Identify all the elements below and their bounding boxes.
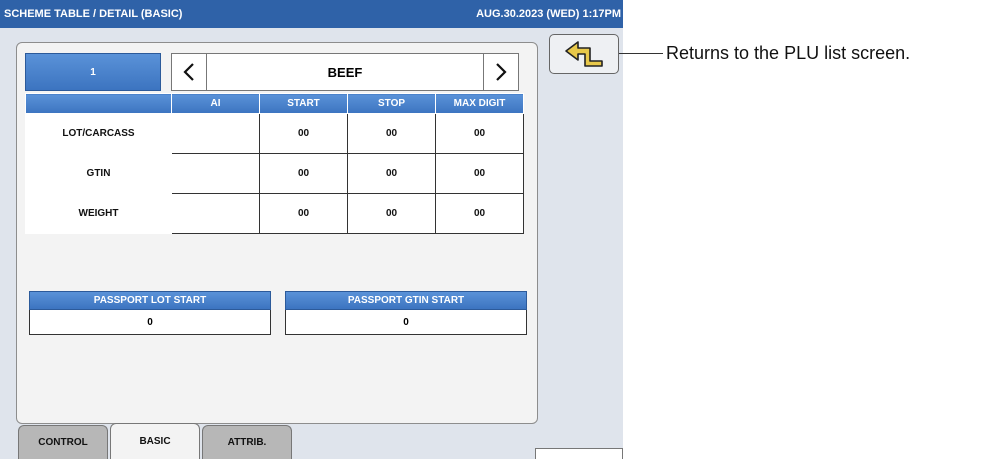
datetime-display: AUG.30.2023 (WED) 1:17PM (476, 8, 621, 20)
detail-panel: 1 BEEF AI START STOP MAX DIGIT LOT/CARCA… (16, 42, 538, 424)
back-button[interactable] (549, 34, 619, 74)
lot-carcass-ai-cell[interactable] (171, 113, 260, 154)
previous-button[interactable] (171, 53, 207, 91)
next-button[interactable] (483, 53, 519, 91)
grid-header-max-digit: MAX DIGIT (435, 93, 524, 114)
row-label-weight: WEIGHT (25, 192, 172, 234)
chevron-left-icon (183, 63, 194, 81)
back-button-annotation: Returns to the PLU list screen. (666, 43, 911, 63)
grid-header-start: START (259, 93, 348, 114)
passport-gtin-start-label: PASSPORT GTIN START (285, 291, 527, 310)
scheme-grid: AI START STOP MAX DIGIT LOT/CARCASS 00 0… (25, 93, 524, 234)
lot-carcass-start-cell[interactable]: 00 (259, 113, 348, 154)
table-row: WEIGHT 00 00 00 (25, 192, 524, 234)
weight-max-digit-cell[interactable]: 00 (435, 192, 524, 234)
callout-line (619, 53, 663, 54)
tab-basic[interactable]: BASIC (110, 423, 200, 459)
lot-carcass-max-digit-cell[interactable]: 00 (435, 113, 524, 154)
item-name-field[interactable]: BEEF (207, 53, 483, 91)
passport-gtin-start-group: PASSPORT GTIN START 0 (285, 291, 527, 335)
return-arrow-icon (565, 41, 603, 67)
row-label-lot-carcass: LOT/CARCASS (25, 113, 172, 154)
passport-gtin-start-field[interactable]: 0 (285, 310, 527, 335)
lot-carcass-stop-cell[interactable]: 00 (347, 113, 436, 154)
grid-header-row: AI START STOP MAX DIGIT (25, 93, 524, 114)
gtin-stop-cell[interactable]: 00 (347, 152, 436, 194)
passport-lot-start-field[interactable]: 0 (29, 310, 271, 335)
passport-lot-start-label: PASSPORT LOT START (29, 291, 271, 310)
weight-stop-cell[interactable]: 00 (347, 192, 436, 234)
status-box (535, 448, 623, 459)
device-screen: SCHEME TABLE / DETAIL (BASIC) AUG.30.202… (0, 0, 623, 459)
title-bar: SCHEME TABLE / DETAIL (BASIC) AUG.30.202… (0, 0, 623, 28)
table-row: LOT/CARCASS 00 00 00 (25, 113, 524, 154)
row-label-gtin: GTIN (25, 152, 172, 194)
table-row: GTIN 00 00 00 (25, 152, 524, 194)
record-number-button[interactable]: 1 (25, 53, 161, 91)
screen-title: SCHEME TABLE / DETAIL (BASIC) (4, 8, 183, 20)
weight-ai-cell[interactable] (171, 192, 260, 234)
chevron-right-icon (496, 63, 507, 81)
item-name: BEEF (327, 64, 363, 80)
grid-header-ai: AI (171, 93, 260, 114)
record-number: 1 (90, 66, 96, 78)
tab-control[interactable]: CONTROL (18, 425, 108, 459)
gtin-start-cell[interactable]: 00 (259, 152, 348, 194)
weight-start-cell[interactable]: 00 (259, 192, 348, 234)
gtin-max-digit-cell[interactable]: 00 (435, 152, 524, 194)
tab-attrib[interactable]: ATTRIB. (202, 425, 292, 459)
gtin-ai-cell[interactable] (171, 152, 260, 194)
grid-header-stop: STOP (347, 93, 436, 114)
passport-lot-start-group: PASSPORT LOT START 0 (29, 291, 271, 335)
grid-header-corner (25, 93, 172, 114)
